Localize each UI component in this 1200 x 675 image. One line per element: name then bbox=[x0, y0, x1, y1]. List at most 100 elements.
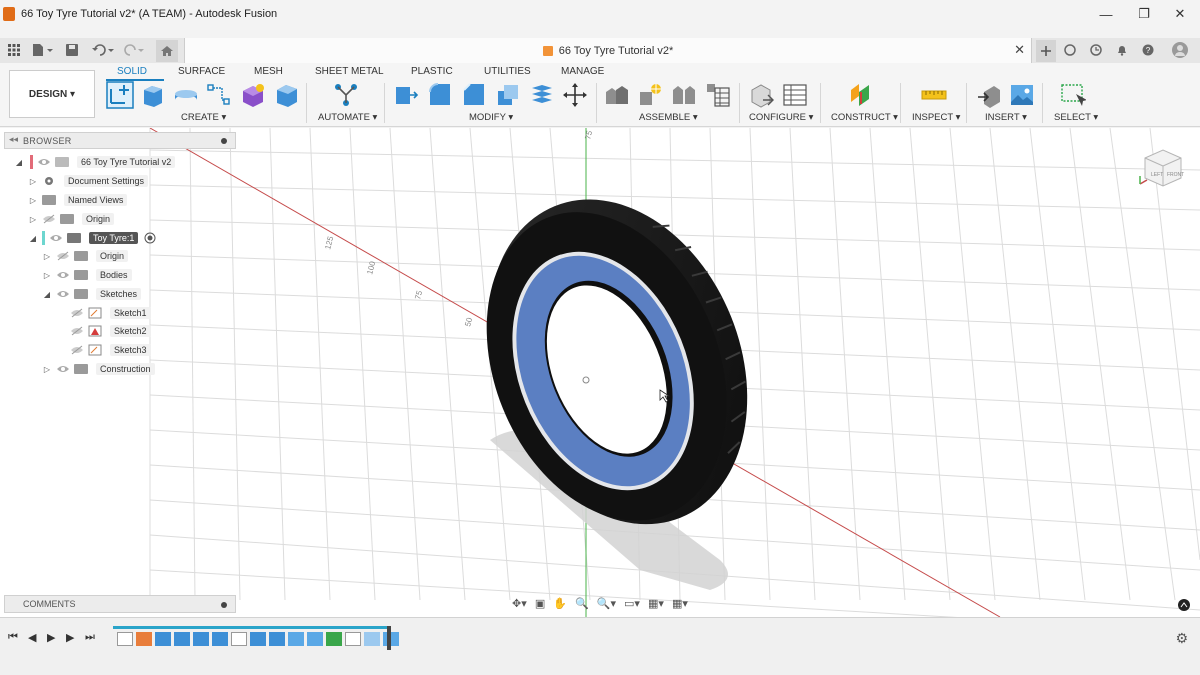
create-sketch-icon[interactable] bbox=[106, 81, 134, 109]
collapse-browser-icon[interactable]: ◂◂ bbox=[9, 134, 18, 145]
file-menu-icon[interactable] bbox=[30, 41, 54, 59]
play-icon[interactable]: ▶ bbox=[47, 631, 55, 644]
as-built-joint-icon[interactable] bbox=[671, 82, 697, 108]
automate-icon[interactable] bbox=[333, 82, 359, 108]
timeline-feature-split[interactable] bbox=[364, 632, 380, 646]
automate-group-label[interactable]: AUTOMATE ▾ bbox=[318, 112, 377, 123]
press-pull-icon[interactable] bbox=[393, 82, 419, 108]
extrude-icon[interactable] bbox=[140, 82, 166, 108]
tab-plastic[interactable]: PLASTIC bbox=[411, 66, 453, 77]
configure-group-label[interactable]: CONFIGURE ▾ bbox=[749, 112, 813, 123]
fit-zoom-icon[interactable]: 🔍▾ bbox=[597, 597, 616, 610]
pin-icon[interactable] bbox=[221, 602, 227, 608]
apps-grid-icon[interactable] bbox=[6, 41, 22, 59]
tree-item-sketches[interactable]: ◢ Sketches bbox=[42, 286, 142, 302]
bom-table-icon[interactable] bbox=[705, 82, 731, 108]
notifications-bell-icon[interactable] bbox=[1114, 41, 1130, 59]
tree-item-named-views[interactable]: ▷ Named Views bbox=[28, 192, 128, 208]
timeline-feature-pattern[interactable] bbox=[288, 632, 304, 646]
tree-item-construction[interactable]: ▷ Construction bbox=[42, 361, 155, 377]
undo-icon[interactable] bbox=[90, 41, 116, 59]
tab-sheet-metal[interactable]: SHEET METAL bbox=[315, 66, 384, 77]
timeline-settings-icon[interactable]: ⚙ bbox=[1175, 630, 1188, 647]
timeline-feature-extrude[interactable] bbox=[269, 632, 285, 646]
box-icon[interactable] bbox=[274, 82, 300, 108]
step-back-icon[interactable]: ◀ bbox=[28, 631, 36, 644]
save-icon[interactable] bbox=[64, 41, 80, 59]
form-icon[interactable] bbox=[240, 82, 266, 108]
hidden-eye-icon[interactable] bbox=[42, 214, 56, 224]
expand-triangle-icon[interactable]: ◢ bbox=[14, 158, 24, 167]
create-group-label[interactable]: CREATE ▾ bbox=[181, 112, 226, 123]
inspect-group-label[interactable]: INSPECT ▾ bbox=[912, 112, 960, 123]
fillet-icon[interactable] bbox=[427, 82, 453, 108]
expand-triangle-icon[interactable]: ▷ bbox=[42, 271, 52, 280]
hidden-eye-icon[interactable] bbox=[70, 308, 84, 318]
tab-utilities[interactable]: UTILITIES bbox=[484, 66, 531, 77]
insert-group-label[interactable]: INSERT ▾ bbox=[985, 112, 1027, 123]
redo-icon[interactable] bbox=[120, 41, 146, 59]
hidden-eye-icon[interactable] bbox=[70, 326, 84, 336]
visibility-eye-icon[interactable] bbox=[56, 289, 70, 299]
grid-settings-icon[interactable]: ▦▾ bbox=[648, 597, 664, 610]
sweep-icon[interactable] bbox=[206, 82, 232, 108]
viewports-icon[interactable]: ▦▾ bbox=[672, 597, 688, 610]
revolve-icon[interactable] bbox=[173, 82, 199, 108]
timeline-feature-extrude[interactable] bbox=[193, 632, 209, 646]
document-tab[interactable]: 66 Toy Tyre Tutorial v2* ✕ bbox=[184, 38, 1032, 63]
expand-triangle-icon[interactable]: ▷ bbox=[28, 215, 38, 224]
hidden-eye-icon[interactable] bbox=[56, 251, 70, 261]
visibility-eye-icon[interactable] bbox=[56, 364, 70, 374]
timeline-feature-sketch[interactable] bbox=[345, 632, 361, 646]
go-to-start-icon[interactable]: ⏮ bbox=[8, 631, 18, 644]
chamfer-icon[interactable] bbox=[461, 82, 487, 108]
expand-triangle-icon[interactable]: ◢ bbox=[42, 290, 52, 299]
home-icon[interactable] bbox=[156, 40, 178, 62]
joint-icon[interactable] bbox=[637, 82, 663, 108]
expand-triangle-icon[interactable]: ▷ bbox=[28, 196, 38, 205]
timeline-feature-chamfer[interactable] bbox=[174, 632, 190, 646]
measure-icon[interactable] bbox=[921, 82, 947, 108]
canvas-viewport[interactable]: 75 125 100 75 50 LEFT FRONT bbox=[0, 128, 1200, 617]
close-window-button[interactable]: ✕ bbox=[1162, 0, 1198, 28]
tab-solid[interactable]: SOLID bbox=[117, 66, 147, 77]
insert-derive-icon[interactable] bbox=[976, 82, 1002, 108]
pan-icon[interactable]: ✋ bbox=[553, 597, 567, 610]
tree-item-sketch1[interactable]: Sketch1 bbox=[66, 305, 151, 321]
zoom-icon[interactable]: 🔍 bbox=[575, 597, 589, 610]
timeline-feature-fillet[interactable] bbox=[155, 632, 171, 646]
timeline-feature-revolve[interactable] bbox=[136, 632, 152, 646]
job-status-icon[interactable] bbox=[1088, 41, 1104, 59]
select-group-label[interactable]: SELECT ▾ bbox=[1054, 112, 1098, 123]
step-forward-icon[interactable]: ▶ bbox=[66, 631, 74, 644]
configuration-table-icon[interactable] bbox=[782, 82, 808, 108]
timeline-feature-appearance[interactable] bbox=[383, 632, 399, 646]
timeline-feature-sketch[interactable] bbox=[231, 632, 247, 646]
offset-plane-icon[interactable] bbox=[847, 82, 873, 108]
timeline-feature-sketch[interactable] bbox=[117, 632, 133, 646]
tree-item-root[interactable]: ◢ 66 Toy Tyre Tutorial v2 bbox=[14, 154, 176, 170]
timeline-feature-plane[interactable] bbox=[326, 632, 342, 646]
display-settings-icon[interactable]: ▭▾ bbox=[624, 597, 640, 610]
configure-icon[interactable] bbox=[749, 82, 775, 108]
shell-icon[interactable] bbox=[495, 82, 521, 108]
modify-group-label[interactable]: MODIFY ▾ bbox=[469, 112, 513, 123]
display-settings-icon[interactable] bbox=[1177, 598, 1191, 612]
insert-image-icon[interactable] bbox=[1009, 82, 1035, 108]
orbit-icon[interactable]: ✥▾ bbox=[512, 597, 527, 610]
new-component-icon[interactable] bbox=[604, 82, 630, 108]
comments-panel-header[interactable]: COMMENTS bbox=[4, 595, 236, 613]
tree-item-document-settings[interactable]: ▷ Document Settings bbox=[28, 173, 149, 189]
new-tab-plus-icon[interactable] bbox=[1036, 40, 1056, 62]
expand-triangle-icon[interactable]: ▷ bbox=[28, 177, 38, 186]
workspace-switcher-button[interactable]: DESIGN ▾ bbox=[9, 70, 95, 118]
viewcube[interactable]: LEFT FRONT bbox=[1137, 144, 1185, 192]
timeline-marker[interactable] bbox=[387, 626, 391, 650]
browser-panel-header[interactable]: ◂◂ BROWSER bbox=[4, 132, 236, 149]
tab-manage[interactable]: MANAGE bbox=[561, 66, 604, 77]
timeline-feature-extrude[interactable] bbox=[250, 632, 266, 646]
expand-triangle-icon[interactable]: ▷ bbox=[42, 252, 52, 261]
move-icon[interactable] bbox=[562, 82, 588, 108]
expand-triangle-icon[interactable]: ▷ bbox=[42, 365, 52, 374]
visibility-eye-icon[interactable] bbox=[56, 270, 70, 280]
